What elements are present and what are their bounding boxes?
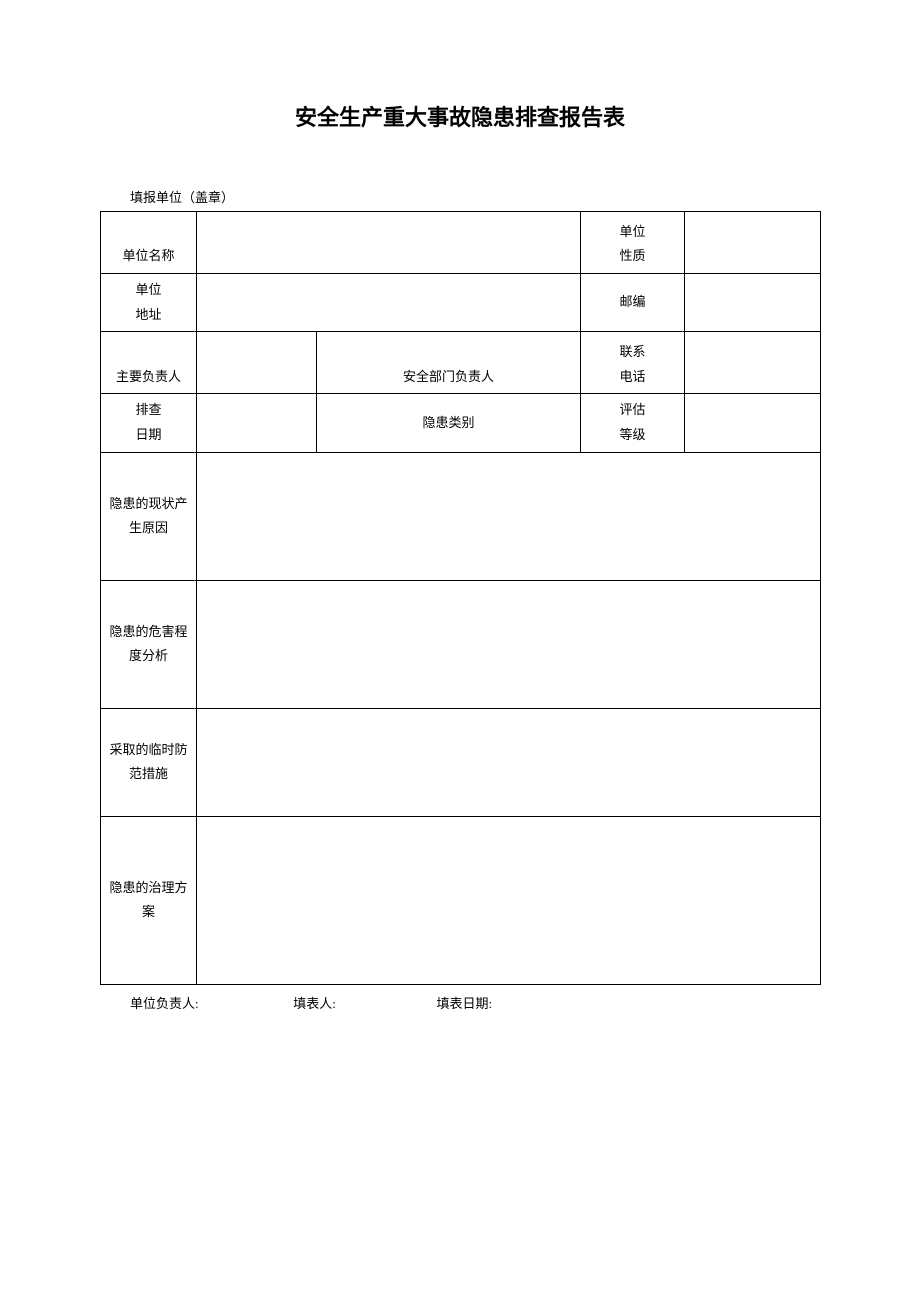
- footer-unit-leader: 单位负责人:: [130, 993, 290, 1012]
- label-main-person: 主要负责人: [101, 332, 197, 394]
- value-temp-measures[interactable]: [197, 708, 821, 816]
- report-table: 单位名称 单位性质 单位地址 邮编 主要负责人 安全部门负责人 联系电话 排查日…: [100, 211, 821, 985]
- value-contact-phone[interactable]: [685, 332, 821, 394]
- value-postcode[interactable]: [685, 274, 821, 332]
- label-safety-person: 安全部门负责人: [317, 332, 581, 394]
- label-temp-measures: 采取的临时防范措施: [101, 708, 197, 816]
- footer-line: 单位负责人: 填表人: 填表日期:: [130, 993, 820, 1012]
- value-unit-address[interactable]: [197, 274, 581, 332]
- label-hazard-status: 隐患的现状产生原因: [101, 452, 197, 580]
- label-hazard-degree: 隐患的危害程度分析: [101, 580, 197, 708]
- label-unit-nature: 单位性质: [581, 212, 685, 274]
- label-eval-level: 评估等级: [581, 394, 685, 452]
- label-treatment: 隐患的治理方案: [101, 816, 197, 984]
- label-postcode: 邮编: [581, 274, 685, 332]
- label-contact-phone: 联系电话: [581, 332, 685, 394]
- label-unit-name: 单位名称: [101, 212, 197, 274]
- document-title: 安全生产重大事故隐患排查报告表: [100, 100, 820, 132]
- label-hazard-type: 隐患类别: [317, 394, 581, 452]
- value-unit-nature[interactable]: [685, 212, 821, 274]
- value-eval-level[interactable]: [685, 394, 821, 452]
- value-hazard-status[interactable]: [197, 452, 821, 580]
- value-main-person[interactable]: [197, 332, 317, 394]
- value-unit-name[interactable]: [197, 212, 581, 274]
- footer-fill-date: 填表日期:: [437, 993, 493, 1012]
- label-unit-address: 单位地址: [101, 274, 197, 332]
- value-treatment[interactable]: [197, 816, 821, 984]
- label-check-date: 排查日期: [101, 394, 197, 452]
- value-hazard-degree[interactable]: [197, 580, 821, 708]
- footer-preparer: 填表人:: [293, 993, 433, 1012]
- header-reporting-unit: 填报单位（盖章）: [130, 187, 820, 206]
- value-check-date[interactable]: [197, 394, 317, 452]
